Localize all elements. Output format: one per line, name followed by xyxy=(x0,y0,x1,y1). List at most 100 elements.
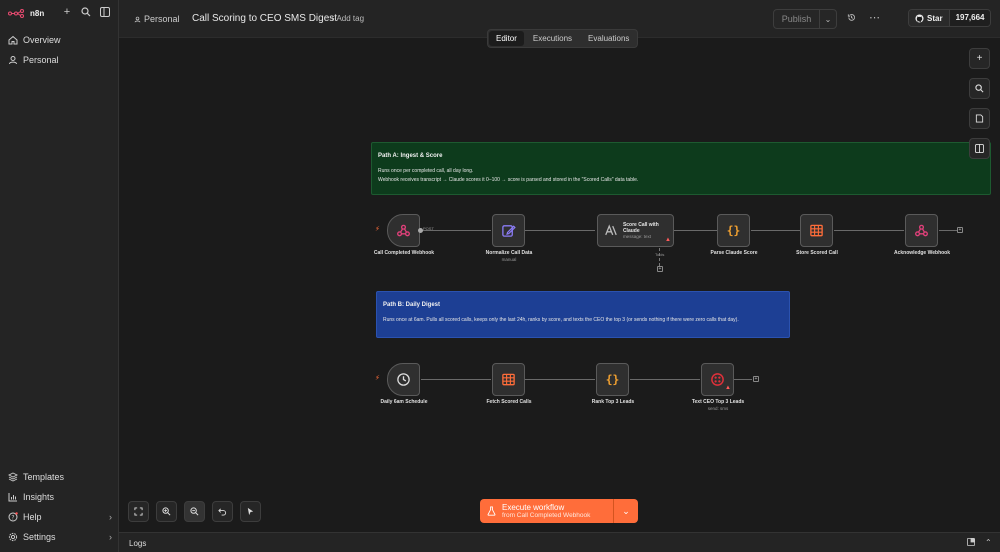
search-nodes-button[interactable] xyxy=(969,78,990,99)
tab-executions[interactable]: Executions xyxy=(526,31,579,46)
node-label: Store Scored Call xyxy=(796,250,838,256)
sticky-title: Path A: Ingest & Score xyxy=(378,153,443,159)
sidebar-item-personal[interactable]: Personal xyxy=(8,52,112,68)
n8n-app: n8n + Overview Personal Templates Insigh… xyxy=(0,0,1000,552)
add-tag-button[interactable]: + Add tag xyxy=(330,14,364,23)
output-handle[interactable] xyxy=(418,228,423,233)
sidebar-item-label: Insights xyxy=(23,492,55,502)
node-daily-6am-schedule[interactable] xyxy=(387,363,420,396)
webhook-icon xyxy=(397,224,410,237)
node-text-ceo-top-3-leads[interactable] xyxy=(701,363,734,396)
fit-view-button[interactable] xyxy=(128,501,149,522)
github-star-label: Star xyxy=(927,13,943,23)
execute-options-chevron-icon[interactable]: ⌄ xyxy=(614,499,638,523)
project-name: Personal xyxy=(144,14,180,24)
execute-subtitle: from Call Completed Webhook xyxy=(502,512,591,519)
sidebar-item-label: Personal xyxy=(23,55,59,65)
github-star[interactable]: Star xyxy=(909,10,950,26)
popout-icon[interactable] xyxy=(967,538,975,548)
chevron-right-icon: › xyxy=(109,532,112,542)
sticky-note-button[interactable] xyxy=(969,108,990,129)
node-acknowledge-webhook[interactable] xyxy=(905,214,938,247)
logs-panel-bar[interactable]: Logs ⌃ xyxy=(119,532,1000,552)
more-options-icon[interactable]: ⋯ xyxy=(869,11,880,24)
plus-icon[interactable]: + xyxy=(61,6,73,18)
sidebar-item-overview[interactable]: Overview xyxy=(8,32,112,48)
gear-icon xyxy=(8,532,18,542)
insights-icon xyxy=(8,493,17,502)
sidebar-item-help[interactable]: ? Help › xyxy=(8,509,112,525)
connection-line xyxy=(659,248,660,266)
history-icon[interactable] xyxy=(847,13,856,25)
add-node-panel-button[interactable]: + xyxy=(969,48,990,69)
sidebar-item-label: Help xyxy=(23,512,42,522)
user-icon xyxy=(134,16,141,22)
help-icon: ? xyxy=(8,512,18,522)
tab-editor[interactable]: Editor xyxy=(489,31,524,46)
sticky-note-path-a[interactable]: Path A: Ingest & Score Runs once per com… xyxy=(371,142,991,195)
search-icon[interactable] xyxy=(80,6,92,18)
tab-evaluations[interactable]: Evaluations xyxy=(581,31,636,46)
node-call-completed-webhook[interactable] xyxy=(387,214,420,247)
warning-icon: ▲ xyxy=(725,385,731,391)
breadcrumb-project[interactable]: Personal xyxy=(134,14,180,24)
node-parse-claude-score[interactable]: {} xyxy=(717,214,750,247)
data-table-icon xyxy=(810,224,823,237)
sidebar-item-templates[interactable]: Templates xyxy=(8,469,112,485)
node-label: Parse Claude Score xyxy=(710,250,758,256)
code-icon: {} xyxy=(727,224,741,237)
node-score-call-with-claude[interactable]: Score Call with Claude message: text xyxy=(597,214,674,247)
sticky-note-path-b[interactable]: Path B: Daily Digest Runs once at 6am. P… xyxy=(376,291,790,338)
zoom-out-button[interactable] xyxy=(184,501,205,522)
chevron-up-icon[interactable]: ⌃ xyxy=(985,538,992,547)
github-icon xyxy=(915,13,924,23)
sidebar-item-insights[interactable]: Insights xyxy=(8,489,112,505)
sticky-body-line: Webhook receives transcript → Claude sco… xyxy=(378,177,639,183)
svg-text:?: ? xyxy=(11,514,14,521)
execute-title: Execute workflow xyxy=(502,503,565,512)
node-rank-top-3-leads[interactable]: {} xyxy=(596,363,629,396)
workflow-name[interactable]: Call Scoring to CEO SMS Digest xyxy=(192,13,337,24)
zoom-in-icon xyxy=(162,507,171,516)
user-icon xyxy=(9,56,17,65)
connection-line xyxy=(734,379,752,380)
node-label: Daily 6am Schedule xyxy=(380,399,428,405)
node-label: Acknowledge Webhook xyxy=(893,250,951,256)
github-star-button[interactable]: Star 197,664 xyxy=(908,9,992,27)
execute-workflow-button[interactable]: Execute workflow from Call Completed Web… xyxy=(480,499,638,523)
add-node-button[interactable]: + xyxy=(957,227,963,233)
panel-icon xyxy=(975,144,984,153)
logo-text: n8n xyxy=(30,8,45,18)
anthropic-icon xyxy=(605,224,617,236)
node-subtitle: send: sms xyxy=(707,406,729,411)
sidebar-item-settings[interactable]: Settings › xyxy=(8,529,112,545)
add-tool-button[interactable]: + xyxy=(657,266,663,272)
port-label: POST xyxy=(423,226,434,231)
publish-button[interactable]: Publish ⌄ xyxy=(773,9,837,29)
code-icon: {} xyxy=(606,373,620,386)
node-store-scored-call[interactable] xyxy=(800,214,833,247)
svg-text:{}: {} xyxy=(606,373,620,386)
sidebar-toggle-icon[interactable] xyxy=(99,6,111,18)
workflow-canvas[interactable]: Path A: Ingest & Score Runs once per com… xyxy=(119,38,1000,532)
warning-icon: ▲ xyxy=(665,237,671,243)
logo[interactable]: n8n xyxy=(8,6,44,20)
svg-text:{}: {} xyxy=(727,224,741,237)
connection-line xyxy=(525,379,595,380)
add-node-button[interactable]: + xyxy=(753,376,759,382)
node-subtitle: manual xyxy=(501,257,517,262)
trigger-bolt-icon: ⚡ xyxy=(375,375,380,382)
connection-line xyxy=(939,230,957,231)
node-fetch-scored-calls[interactable] xyxy=(492,363,525,396)
undo-button[interactable] xyxy=(212,501,233,522)
search-icon xyxy=(975,84,984,93)
node-label: Normalize Call Data xyxy=(485,250,533,256)
zoom-in-button[interactable] xyxy=(156,501,177,522)
node-normalize-call-data[interactable] xyxy=(492,214,525,247)
panel-toggle-button[interactable] xyxy=(969,138,990,159)
tidy-up-button[interactable] xyxy=(240,501,261,522)
sticky-body-line: Runs once at 6am. Pulls all scored calls… xyxy=(383,317,739,323)
publish-label: Publish xyxy=(774,10,820,28)
chevron-down-icon[interactable]: ⌄ xyxy=(820,15,836,24)
execute-workflow-main[interactable]: Execute workflow from Call Completed Web… xyxy=(480,499,614,523)
